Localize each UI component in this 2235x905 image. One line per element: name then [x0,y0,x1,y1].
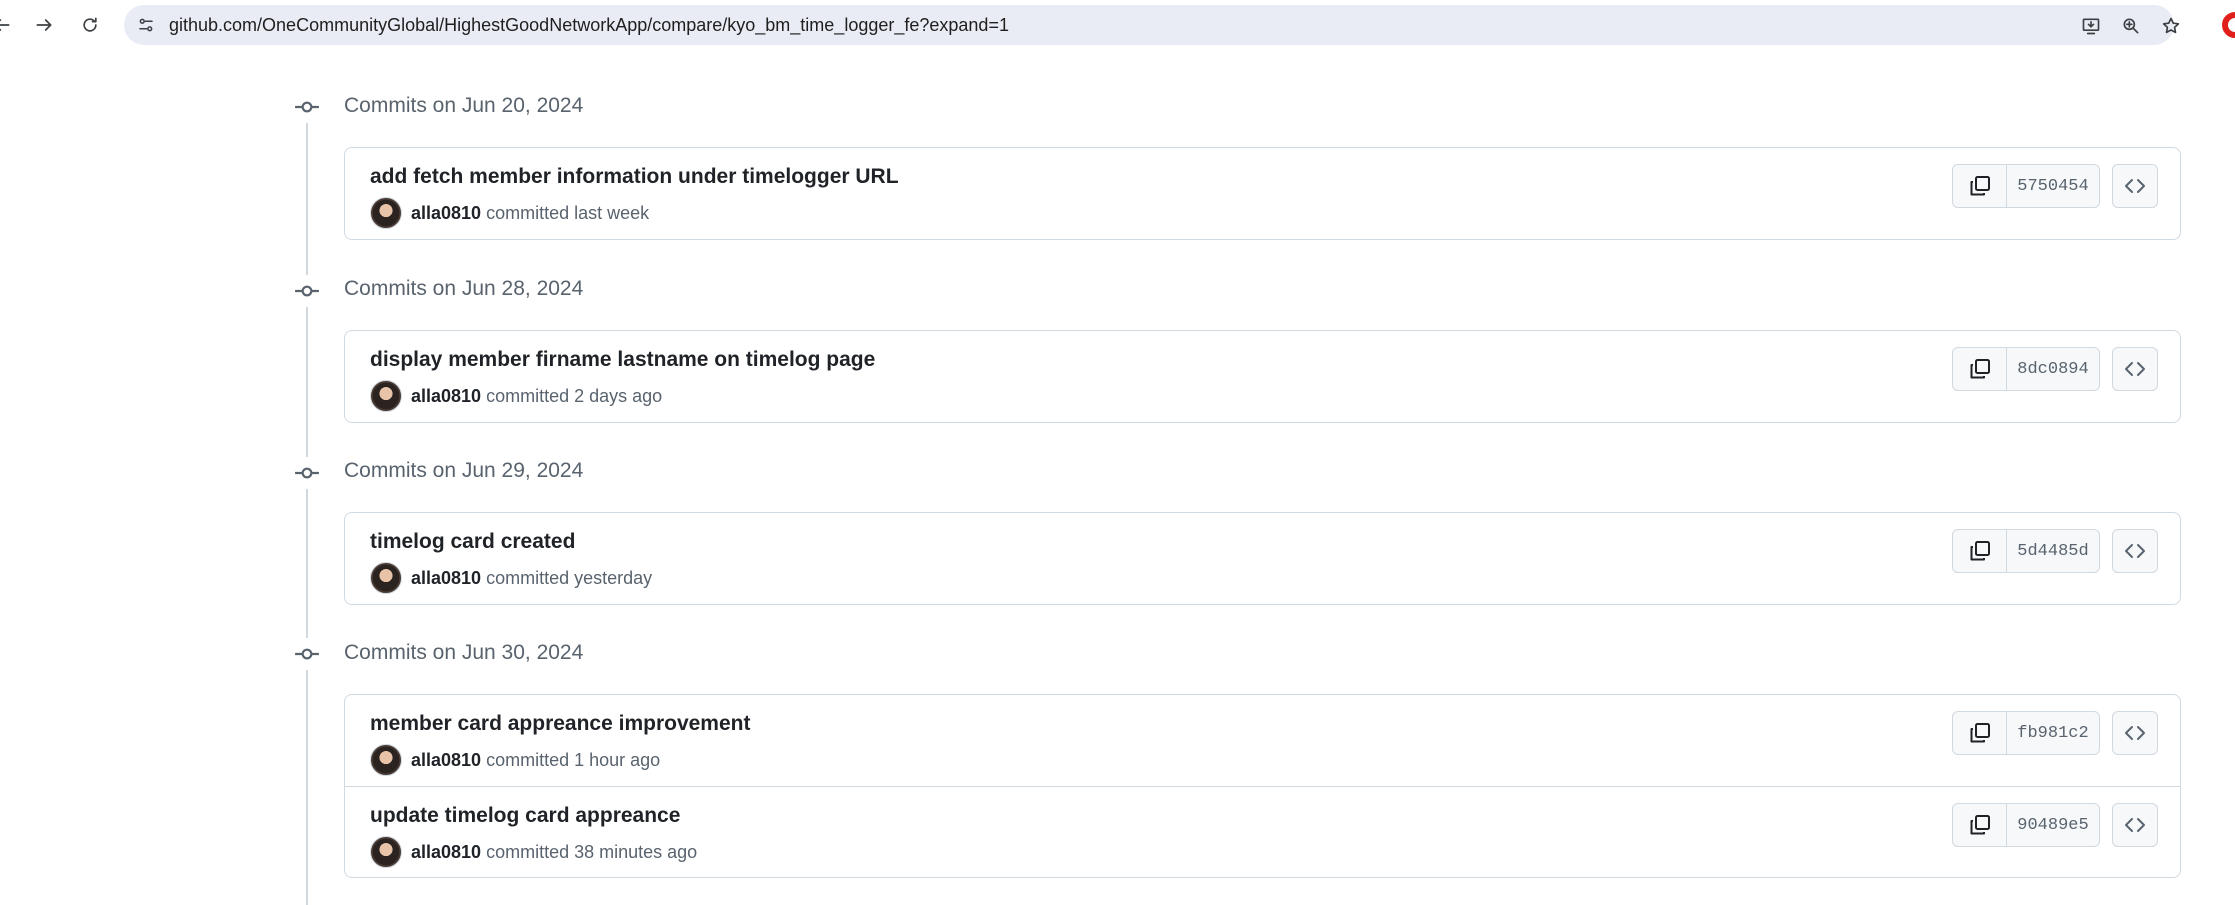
copy-sha-button[interactable] [1953,348,2007,390]
sha-button-group: 5750454 [1952,164,2100,208]
code-icon [2125,544,2145,558]
arrow-left-icon [0,19,10,31]
copy-sha-button[interactable] [1953,712,2007,754]
commit-time: last week [574,202,650,223]
commit-time: 1 hour ago [574,749,661,770]
copy-icon [1970,176,1990,196]
browser-logo-icon[interactable] [2222,12,2235,38]
committed-text: committed [486,841,570,862]
commit-meta: alla0810 committed 1 hour ago [370,744,660,776]
commit-sha-link[interactable]: 8dc0894 [2007,348,2099,390]
day-heading: Commits on Jun 28, 2024 [344,277,584,300]
copy-icon [1970,541,1990,561]
avatar[interactable] [370,562,402,594]
commit-sha-link[interactable]: 90489e5 [2007,804,2099,846]
reload-button[interactable] [74,9,106,41]
browse-repo-button[interactable] [2112,529,2158,573]
commit-sha-link[interactable]: 5d4485d [2007,530,2099,572]
browser-toolbar: github.com/OneCommunityGlobal/HighestGoo… [0,0,2235,50]
install-app-button[interactable] [2078,13,2104,39]
git-commit-icon [291,638,323,670]
author-link[interactable]: alla0810 [411,750,481,771]
git-commit-icon [291,91,323,123]
forward-button[interactable] [28,9,60,41]
committed-text: committed [486,202,570,223]
git-commit-icon [291,457,323,489]
code-icon [2125,726,2145,740]
avatar[interactable] [370,744,402,776]
copy-icon [1970,815,1990,835]
commit-row: display member firname lastname on timel… [345,331,2180,422]
commit-title-link[interactable]: timelog card created [370,530,575,554]
author-link[interactable]: alla0810 [411,568,481,589]
commit-group: display member firname lastname on timel… [344,330,2181,423]
day-heading: Commits on Jun 29, 2024 [344,459,584,482]
copy-sha-button[interactable] [1953,165,2007,207]
code-icon [2125,179,2145,193]
sha-button-group: 5d4485d [1952,529,2100,573]
sha-button-group: fb981c2 [1952,711,2100,755]
browse-repo-button[interactable] [2112,164,2158,208]
avatar[interactable] [370,836,402,868]
commit-row: add fetch member information under timel… [345,148,2180,239]
code-icon [2125,818,2145,832]
url-text[interactable]: github.com/OneCommunityGlobal/HighestGoo… [169,15,1009,36]
copy-icon [1970,723,1990,743]
sha-button-group: 8dc0894 [1952,347,2100,391]
day-heading: Commits on Jun 20, 2024 [344,94,584,117]
day-heading: Commits on Jun 30, 2024 [344,641,584,664]
avatar[interactable] [370,380,402,412]
zoom-icon [2123,18,2139,34]
sha-button-group: 90489e5 [1952,803,2100,847]
commit-row: timelog card created alla0810 committed … [345,513,2180,604]
copy-sha-button[interactable] [1953,530,2007,572]
commit-row: update timelog card appreance alla0810 c… [345,786,2180,877]
author-link[interactable]: alla0810 [411,203,481,224]
committed-text: committed [486,567,570,588]
commit-sha-link[interactable]: fb981c2 [2007,712,2099,754]
browse-repo-button[interactable] [2112,711,2158,755]
git-commit-icon [291,275,323,307]
copy-sha-button[interactable] [1953,804,2007,846]
bookmark-button[interactable] [2158,13,2184,39]
commit-title-link[interactable]: add fetch member information under timel… [370,165,899,189]
commit-time: yesterday [574,567,653,588]
commit-sha-link[interactable]: 5750454 [2007,165,2099,207]
commit-title-link[interactable]: update timelog card appreance [370,804,680,828]
arrow-right-icon [36,19,52,31]
commit-title-link[interactable]: display member firname lastname on timel… [370,348,875,372]
committed-text: committed [486,749,570,770]
browse-repo-button[interactable] [2112,803,2158,847]
commit-time: 2 days ago [574,385,663,406]
commit-title-link[interactable]: member card appreance improvement [370,712,750,736]
author-link[interactable]: alla0810 [411,386,481,407]
reload-icon [83,17,97,32]
zoom-button[interactable] [2118,13,2144,39]
address-bar[interactable]: github.com/OneCommunityGlobal/HighestGoo… [124,5,2180,45]
code-icon [2125,362,2145,376]
commit-row: member card appreance improvement alla08… [345,695,2180,786]
commit-meta: alla0810 committed yesterday [370,562,652,594]
author-link[interactable]: alla0810 [411,842,481,863]
site-info-button[interactable] [134,13,158,37]
back-button[interactable] [0,9,18,41]
commit-group: timelog card created alla0810 committed … [344,512,2181,605]
star-icon [2162,17,2180,34]
committed-text: committed [486,385,570,406]
tune-icon [139,18,153,32]
browse-repo-button[interactable] [2112,347,2158,391]
commit-meta: alla0810 committed 38 minutes ago [370,836,697,868]
commit-group: add fetch member information under timel… [344,147,2181,240]
commit-group: member card appreance improvement alla08… [344,694,2181,878]
timeline-line [306,96,308,905]
commit-meta: alla0810 committed 2 days ago [370,380,662,412]
commit-meta: alla0810 committed last week [370,197,649,229]
copy-icon [1970,359,1990,379]
commit-time: 38 minutes ago [574,841,698,862]
avatar[interactable] [370,197,402,229]
install-app-icon [2082,18,2100,35]
